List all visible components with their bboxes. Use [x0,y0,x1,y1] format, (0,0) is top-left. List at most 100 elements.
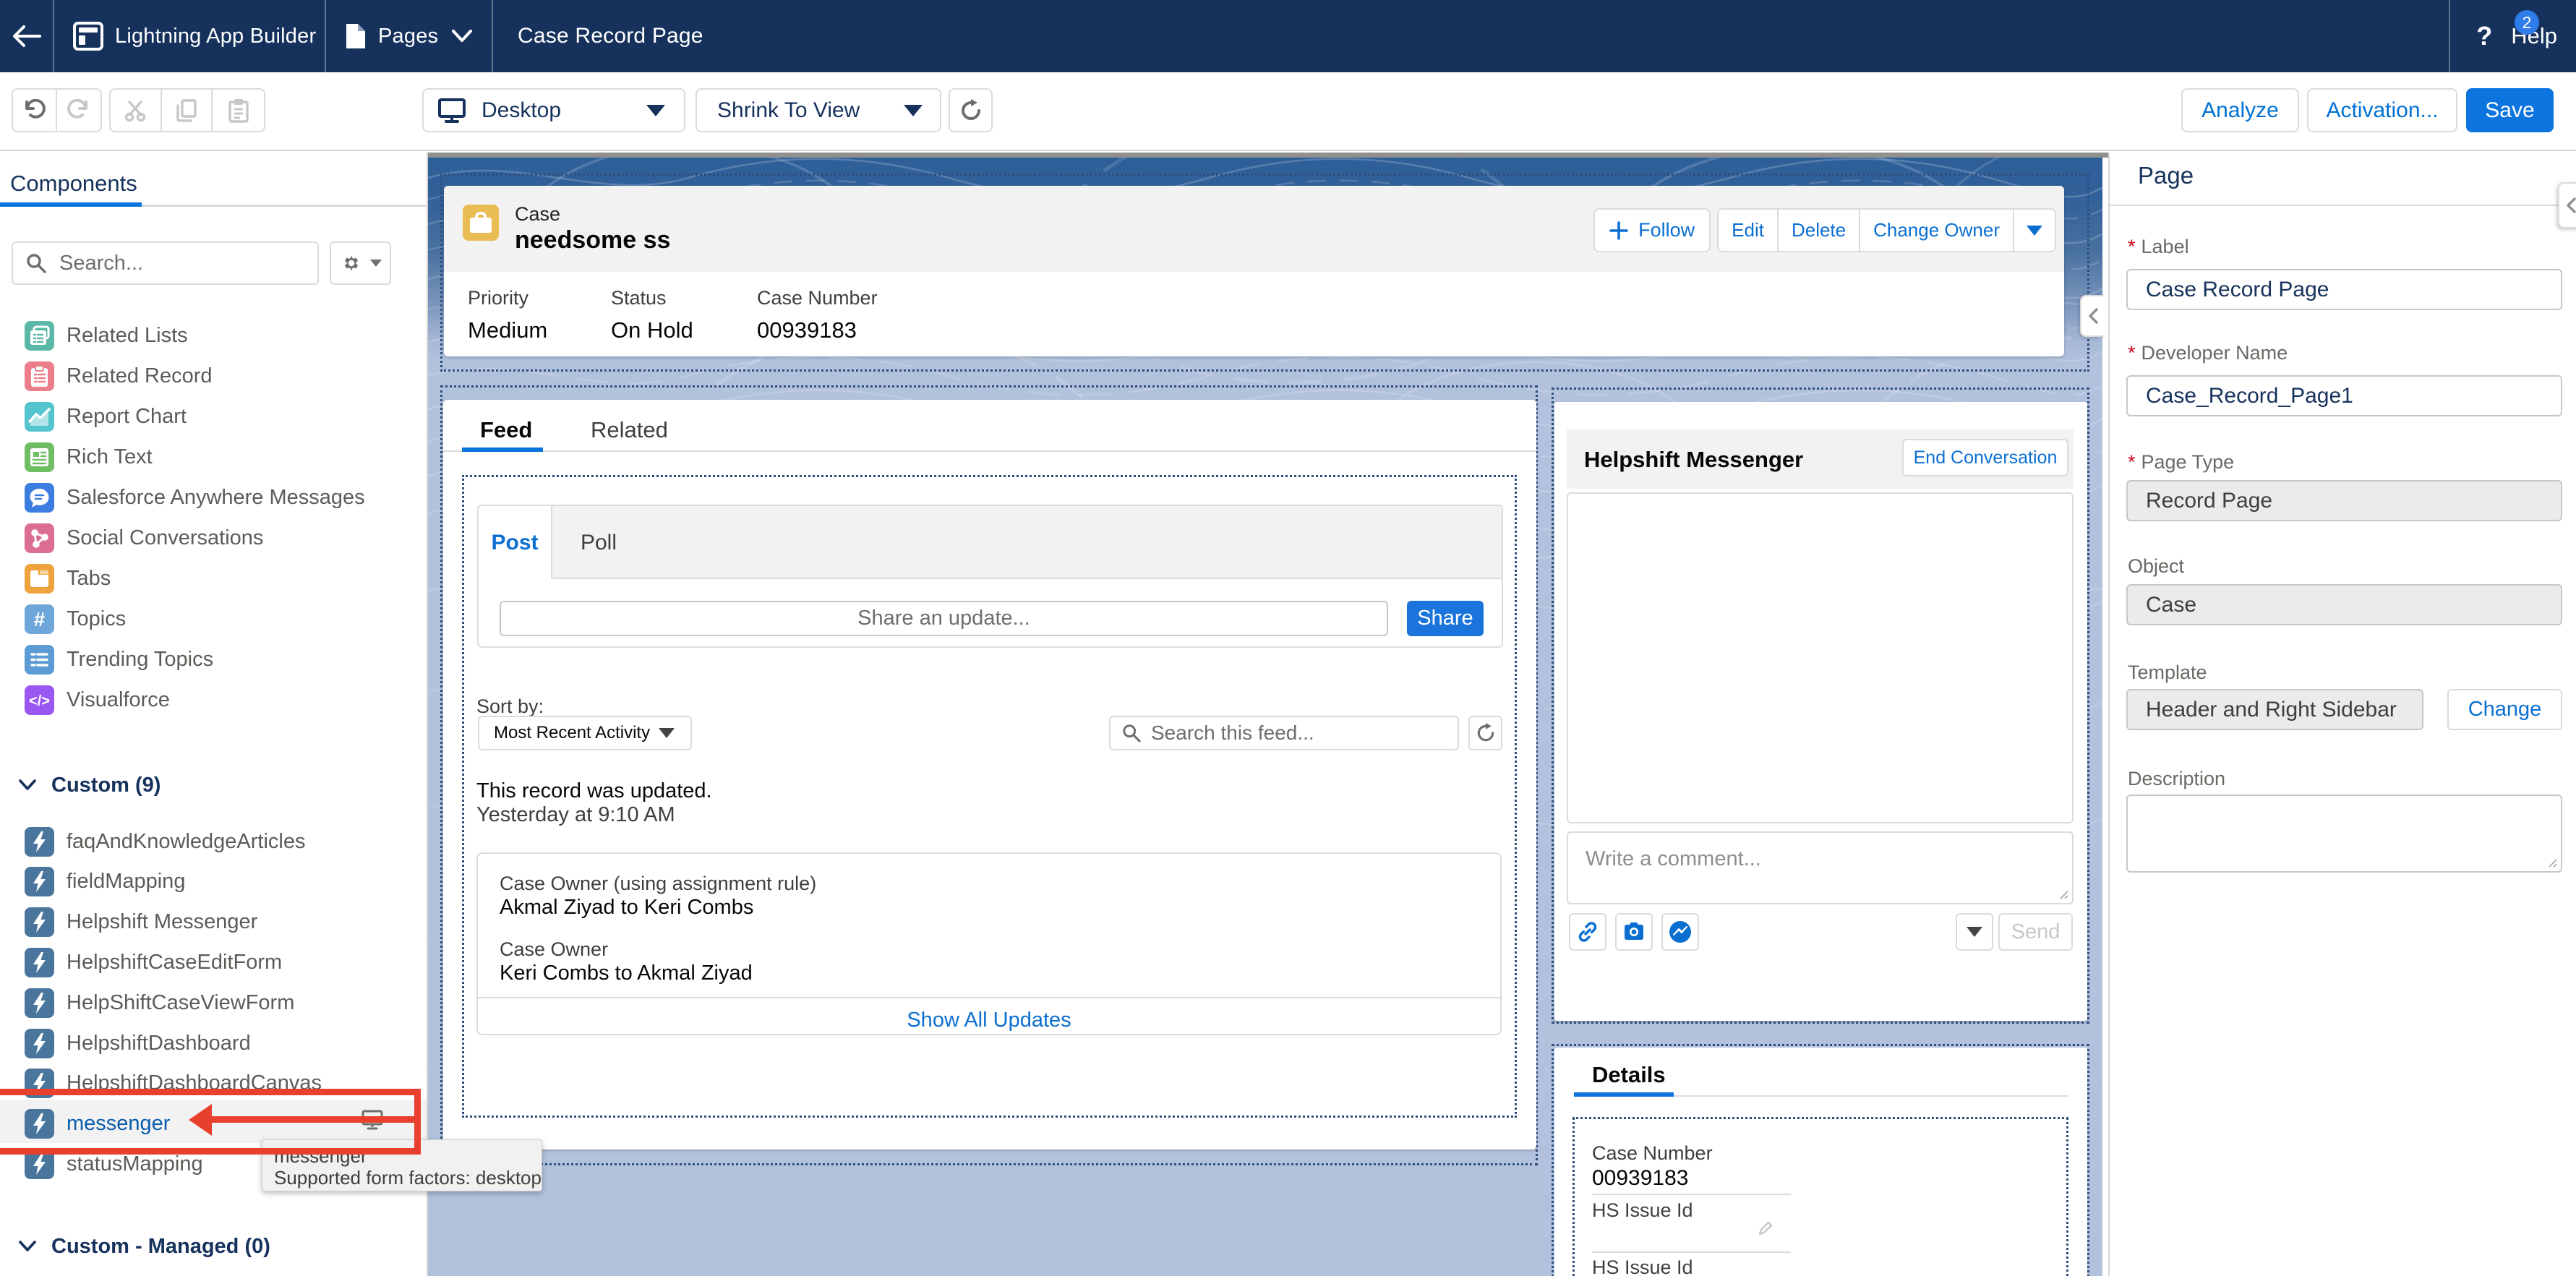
related-record-icon [25,361,54,391]
end-conversation-button[interactable]: End Conversation [1902,439,2068,476]
caret-down-icon [369,259,382,267]
tab-details[interactable]: Details [1592,1062,1666,1088]
help-notification-badge: 2 [2515,10,2539,35]
component-label: Visualforce [67,688,170,712]
custom-component-item-faqandknowledgearticles[interactable]: faqAndKnowledgeArticles [0,821,428,862]
component-item-related-lists[interactable]: Related Lists [0,315,428,356]
custom-component-item-fieldmapping[interactable]: fieldMapping [0,862,428,902]
builder-toolbar: Desktop Shrink To View Analyze Activatio… [0,72,2576,151]
delete-button[interactable]: Delete [1779,210,1860,251]
component-label: Report Chart [67,405,187,429]
component-item-salesforce-anywhere-messages[interactable]: Salesforce Anywhere Messages [0,477,428,518]
send-options-button[interactable] [1956,913,1993,951]
desktop-icon [438,98,466,124]
attach-link-button[interactable] [1569,913,1606,951]
page-type-input: Record Page [2126,480,2562,521]
custom-bolt-icon [25,867,54,896]
refresh-icon [1476,723,1496,743]
activation-button[interactable]: Activation... [2307,88,2457,132]
sort-value: Most Recent Activity [494,723,650,743]
undo-button[interactable] [13,90,57,131]
resize-handle-icon [2058,889,2069,900]
tab-feed[interactable]: Feed [480,417,532,443]
change-template-button[interactable]: Change [2447,689,2562,730]
component-item-related-record[interactable]: Related Record [0,356,428,396]
collapse-panel-handle[interactable] [2080,295,2105,337]
refresh-button[interactable] [949,88,993,132]
component-item-report-chart[interactable]: Report Chart [0,396,428,437]
change-value: Keri Combs to Akmal Ziyad [500,962,753,985]
description-label: Description [2128,768,2225,790]
link-icon [1577,921,1599,943]
chatter-publisher: Post Poll Share an update... Share [477,505,1503,648]
details-component-region[interactable]: Case Number 00939183 HS Issue Id HS Issu… [1572,1117,2068,1276]
change-owner-button[interactable]: Change Owner [1860,210,2014,251]
component-label: statusMapping [67,1152,203,1176]
record-title: needsome ss [515,226,670,254]
tab-components[interactable]: Components [10,171,137,197]
feed-search-input[interactable]: Search this feed... [1109,716,1459,750]
chevron-left-icon [2565,197,2576,213]
developer-name-label: *Developer Name [2128,342,2288,364]
tab-divider [443,450,1536,452]
feed-sort-dropdown[interactable]: Most Recent Activity [478,716,692,750]
messenger-app-button[interactable] [1661,913,1699,951]
component-item-topics[interactable]: #Topics [0,599,428,640]
share-button[interactable]: Share [1407,601,1484,636]
pages-menu[interactable]: Pages [326,0,492,72]
tab-poll[interactable]: Poll [552,506,645,579]
feed-update-headline: This record was updated. [476,779,712,803]
label-field-input[interactable]: Case Record Page [2126,269,2562,310]
custom-component-item-helpshiftdashboard[interactable]: HelpshiftDashboard [0,1023,428,1063]
analyze-button[interactable]: Analyze [2181,88,2299,132]
edit-button[interactable]: Edit [1719,210,1779,251]
send-button[interactable]: Send [1998,913,2073,951]
pages-icon [345,22,367,50]
more-actions-button[interactable] [2014,210,2055,251]
pages-label: Pages [378,25,438,48]
copy-button[interactable] [162,90,213,131]
component-label: Helpshift Messenger [67,910,257,934]
help-menu[interactable]: ? Help [2450,0,2576,72]
tab-post[interactable]: Post [479,506,552,579]
tab-related[interactable]: Related [591,417,668,443]
managed-section-header[interactable]: Custom - Managed (0) [0,1228,428,1264]
details-card: Details Case Number 00939183 HS Issue Id… [1554,1048,2087,1276]
share-update-input[interactable]: Share an update... [500,601,1388,636]
custom-section-header[interactable]: Custom (9) [0,767,428,803]
component-search[interactable]: Search... [12,241,319,285]
component-item-visualforce[interactable]: </>Visualforce [0,680,428,721]
zoom-selector[interactable]: Shrink To View [696,88,941,132]
edit-pencil-icon[interactable] [1758,1220,1773,1236]
component-item-tabs[interactable]: Tabs [0,559,428,599]
paste-button[interactable] [213,90,264,131]
attach-photo-button[interactable] [1615,913,1653,951]
description-textarea[interactable] [2126,795,2562,873]
follow-button[interactable]: Follow [1593,208,1711,252]
show-all-updates-link[interactable]: Show All Updates [478,1009,1500,1032]
back-button[interactable] [0,0,53,72]
custom-bolt-icon [25,827,54,857]
plus-icon [1609,221,1628,240]
component-item-rich-text[interactable]: Rich Text [0,437,428,477]
expand-panel-handle[interactable] [2558,182,2576,228]
report-chart-icon [25,402,54,432]
component-label: HelpshiftCaseEditForm [67,951,282,975]
search-icon [26,253,46,273]
required-asterisk: * [2128,342,2136,364]
comment-textarea[interactable]: Write a comment... [1567,831,2074,904]
record-action-group: Edit Delete Change Owner [1717,208,2056,252]
resize-handle-icon [2546,857,2558,868]
feed-refresh-button[interactable] [1468,716,1502,750]
custom-component-item-helpshiftcaseeditform[interactable]: HelpshiftCaseEditForm [0,942,428,982]
form-factor-selector[interactable]: Desktop [422,88,685,132]
component-item-social-conversations[interactable]: Social Conversations [0,518,428,559]
redo-button[interactable] [57,90,100,131]
custom-component-item-helpshiftcaseviewform[interactable]: HelpShiftCaseViewForm [0,982,428,1023]
save-button[interactable]: Save [2466,88,2554,132]
developer-name-input[interactable]: Case_Record_Page1 [2126,375,2562,416]
component-settings-button[interactable] [330,241,391,285]
cut-button[interactable] [111,90,162,131]
component-item-trending-topics[interactable]: Trending Topics [0,640,428,680]
custom-component-item-helpshift-messenger[interactable]: Helpshift Messenger [0,902,428,943]
